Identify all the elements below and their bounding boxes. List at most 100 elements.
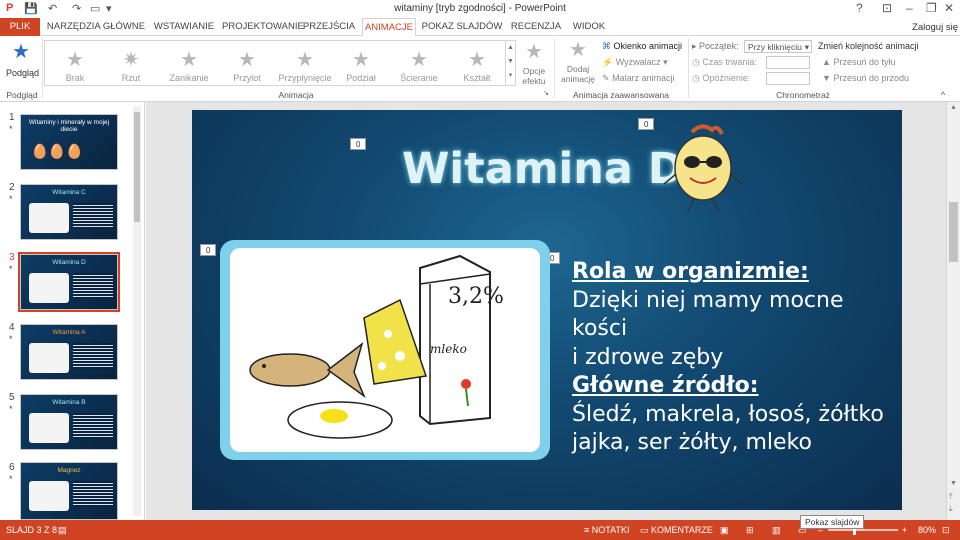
animation-painter-button[interactable]: ✎ Malarz animacji [602,73,675,84]
move-earlier-button[interactable]: ▲ Przesuń do tyłu [822,57,895,67]
zoom-level[interactable]: 80% [918,525,936,535]
editor-scrollbar[interactable]: ▲ ▼ ⤒ ⤓ [946,102,960,520]
notes-icon: ≡ [584,525,590,535]
spellcheck-icon[interactable]: ▤ [58,525,67,536]
minimize-button[interactable]: – [906,1,913,15]
animation-tag[interactable]: 0 [638,118,655,130]
anim-shape[interactable]: ★ Kształt [449,49,505,83]
heading-source: Główne źródło: [572,373,759,398]
sign-in-link[interactable]: Zaloguj się [912,22,958,33]
start-dropdown[interactable]: Przy kliknięciu ▾ [744,40,812,53]
anim-fly-in[interactable]: ★ Przylot [219,49,275,83]
tab-home[interactable]: NARZĘDZIA GŁÓWNE [46,18,146,36]
slide-thumbnail-2[interactable]: Witamina C [20,184,118,240]
collapse-ribbon-icon[interactable]: ^ [936,90,950,100]
arrow-up-icon: ▲ [822,57,831,67]
comments-button[interactable]: ▭ KOMENTARZE [640,525,713,536]
thumbnail-scrollbar[interactable] [133,106,141,516]
star-icon: ★ [468,49,486,71]
tab-design[interactable]: PROJEKTOWANIE [222,18,304,36]
tab-animations[interactable]: ANIMACJE [362,18,416,37]
fit-slide-icon[interactable]: ⊡ [942,525,950,536]
anim-split[interactable]: ★ Podział [333,49,389,83]
thumb-anim-marker: * [9,404,13,414]
start-icon: ▸ [692,41,697,51]
slide-title[interactable]: Witamina D [402,144,684,194]
trigger-button[interactable]: ⚡ Wyzwalacz ▾ [602,57,668,68]
slide-thumbnail-pane: 1 * Witaminy i minerały w mojej diecie 🥚🥚… [0,102,145,520]
title-bar: P 💾 ↶ ↷ ▭ ▾ witaminy [tryb zgodności] - … [0,0,960,18]
effect-options-button[interactable]: ★ Opcje efektu [520,42,548,86]
help-button[interactable]: ? [856,1,863,15]
dialog-launcher-icon[interactable]: ↘ [542,89,550,97]
slide-thumbnail-5[interactable]: Witamina B [20,394,118,450]
anim-none[interactable]: ★ Brak [47,49,103,83]
slide-thumbnail-4[interactable]: Witamina A [20,324,118,380]
notes-button[interactable]: ≡ NOTATKI [584,525,629,535]
anim-wipe[interactable]: ★ Ścieranie [391,49,447,83]
anim-float-in[interactable]: ★ Przypłynięcie [277,49,333,83]
start-label: ▸ Początek: [692,41,739,51]
picture-frame[interactable]: 3,2% mleko [220,240,550,460]
star-icon: ★ [410,49,428,71]
anim-fade[interactable]: ★ Zanikanie [161,49,217,83]
animation-tag[interactable]: 0 [200,244,217,256]
zoom-in-icon[interactable]: + [902,525,907,535]
thumb-number: 3 [9,252,15,263]
trigger-icon: ⚡ [602,57,614,67]
add-animation-button[interactable]: ★ Dodaj animację [560,40,596,84]
prev-slide-icon[interactable]: ⤒ [949,492,953,502]
slide-body-text[interactable]: Rola w organizmie: Dzięki niej mamy mocn… [572,258,892,458]
animation-tag[interactable]: 0 [350,138,367,150]
text-source-line2: jajka, ser żółty, mleko [572,430,812,455]
slide-thumbnail-1[interactable]: Witaminy i minerały w mojej diecie 🥚🥚🥚 [20,114,118,170]
thumb-number: 1 [9,112,15,123]
delay-input[interactable] [766,72,810,85]
star-icon: ★ [180,49,198,71]
tab-slideshow[interactable]: POKAZ SLAJDÓW [420,18,504,36]
effect-options-icon: ★ [525,41,543,63]
clock-icon: ◷ [692,57,700,67]
group-preview-label: Podgląd [6,90,38,100]
animation-pane-button[interactable]: ⌘ Okienko animacji [602,41,682,52]
scroll-down-icon[interactable]: ▼ [950,480,957,487]
zoom-slider[interactable] [828,529,898,531]
tab-insert[interactable]: WSTAWIANIE [148,18,220,36]
tab-transitions[interactable]: PRZEJŚCIA [300,18,358,36]
slide-sorter-icon[interactable]: ⊞ [746,525,754,536]
tab-review[interactable]: RECENZJA [510,18,562,36]
slide-thumbnail-3[interactable]: Witamina D [18,252,120,312]
ribbon-display-icon[interactable]: ⊡ [882,1,892,15]
restore-button[interactable]: ❐ [926,1,937,15]
thumb-number: 6 [9,462,15,473]
next-slide-icon[interactable]: ⤓ [949,504,953,514]
text-role-line1: Dzięki niej mamy mocne kości [572,287,844,342]
thumb-number: 4 [9,322,15,333]
tab-view[interactable]: WIDOK [568,18,610,36]
slide-thumbnail-6[interactable]: Magnez [20,462,118,520]
anim-appear[interactable]: ✷ Rzut [103,49,159,83]
gallery-scroll[interactable]: ▲ ▼ ▾ [505,41,515,85]
animation-gallery: ★ Brak ✷ Rzut ★ Zanikanie ★ Przylot ★ Przypły… [44,40,516,86]
ribbon-tabs: PLIK NARZĘDZIA GŁÓWNE WSTAWIANIE PROJEKT… [0,18,960,37]
duration-input[interactable] [766,56,810,69]
thumb-anim-marker: * [9,334,13,344]
milk-word-label: mleko [430,342,467,356]
slide-canvas[interactable]: Witamina D 0 0 0 0 3,2% mleko Rola w org… [192,110,902,510]
reading-view-icon[interactable]: ▥ [772,525,781,536]
group-animation-label: Animacja [278,90,314,100]
tooltip: Pokaz slajdów [800,515,865,529]
egg-mascot-image [663,124,743,213]
tab-file[interactable]: PLIK [0,18,40,36]
scroll-up-icon[interactable]: ▲ [950,104,957,111]
thumb-anim-marker: * [9,474,13,484]
close-button[interactable]: ✕ [944,1,954,15]
normal-view-icon[interactable]: ▣ [720,525,729,536]
thumb-anim-marker: * [9,264,13,274]
food-drawing [249,254,491,439]
group-timing-label: Chronometraż [776,90,830,100]
thumb-number: 5 [9,392,15,403]
star-icon: ★ [352,49,370,71]
move-later-button[interactable]: ▼ Przesuń do przodu [822,73,909,83]
preview-button[interactable]: ★ Podgląd [6,42,39,78]
